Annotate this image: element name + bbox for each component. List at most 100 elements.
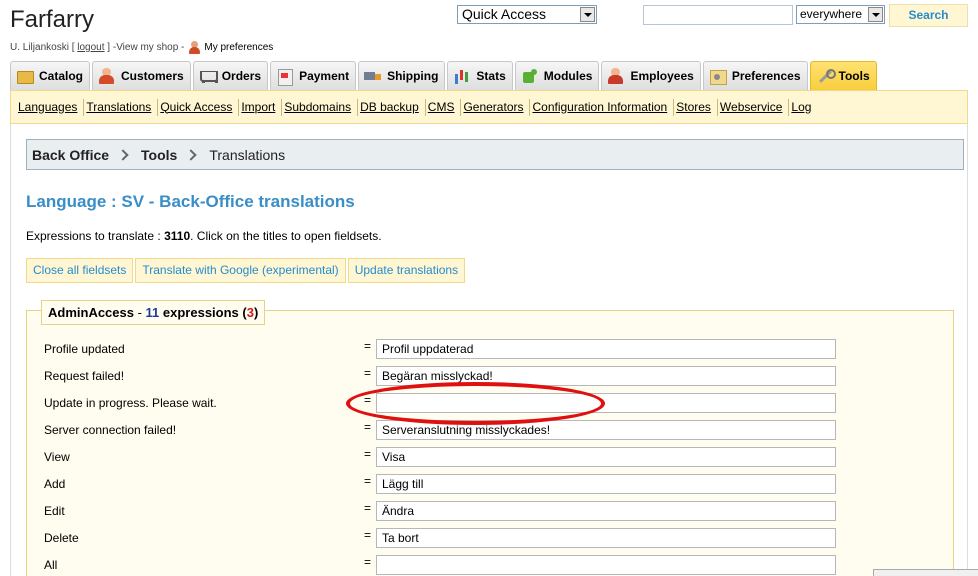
shop-name: Farfarry <box>10 6 94 33</box>
fieldset-expressions-word: expressions ( <box>159 305 247 320</box>
tab-label: Employees <box>630 69 694 83</box>
chevron-down-icon[interactable] <box>580 7 595 22</box>
subnav-quick-access[interactable]: Quick Access <box>158 98 240 116</box>
subnav-cms[interactable]: CMS <box>426 98 462 116</box>
tab-label: Payment <box>299 69 350 83</box>
content-area: Back Office Tools Translations Language … <box>10 124 968 576</box>
translation-row: All = <box>44 555 844 575</box>
logout-link[interactable]: logout <box>77 42 104 53</box>
chart-icon <box>453 68 471 84</box>
quick-access-select[interactable]: Quick Access <box>457 5 597 24</box>
tab-stats[interactable]: Stats <box>447 61 513 90</box>
search-scope-value: everywhere <box>800 7 863 21</box>
translation-input[interactable] <box>376 447 836 467</box>
truck-icon <box>364 68 382 84</box>
equals-sign: = <box>364 393 372 407</box>
source-text: Add <box>44 477 66 491</box>
breadcrumb-tools[interactable]: Tools <box>141 147 177 163</box>
fieldset-adminaccess: AdminAccess - 11 expressions (3) Profile… <box>26 300 954 576</box>
tab-customers[interactable]: Customers <box>92 61 191 90</box>
subnav-log[interactable]: Log <box>789 99 817 116</box>
translation-input[interactable] <box>376 528 836 548</box>
fieldset-count: 11 <box>145 305 160 320</box>
tab-orders[interactable]: Orders <box>192 61 269 90</box>
user-icon <box>188 41 201 54</box>
main-tabs: Catalog Customers Orders Payment Shippin… <box>10 61 879 90</box>
user-line: U. Liljankoski [ logout ] - View my shop… <box>10 41 274 54</box>
search-button[interactable]: Search <box>889 4 968 27</box>
subnav-stores[interactable]: Stores <box>674 98 718 116</box>
tab-label: Customers <box>121 69 184 83</box>
subnav-subdomains[interactable]: Subdomains <box>282 98 359 116</box>
expr-count: 3110 <box>164 229 191 243</box>
fieldset-close-paren: ) <box>253 305 259 320</box>
fieldset-legend[interactable]: AdminAccess - 11 expressions (3) <box>41 300 266 325</box>
subnav-webservice[interactable]: Webservice <box>718 98 790 116</box>
tab-payment[interactable]: Payment <box>270 61 357 90</box>
translate-google-button[interactable]: Translate with Google (experimental) <box>135 258 346 283</box>
translation-row: Edit = <box>44 501 844 521</box>
tab-preferences[interactable]: Preferences <box>702 61 808 90</box>
equals-sign: = <box>364 555 372 569</box>
translation-row: View = <box>44 447 844 467</box>
search-scope-select[interactable]: everywhere <box>796 5 885 24</box>
breadcrumb-back-office[interactable]: Back Office <box>32 147 109 163</box>
equals-sign: = <box>364 528 372 542</box>
equals-sign: = <box>364 447 372 461</box>
subnav-languages[interactable]: Languages <box>16 98 85 116</box>
fieldset-name: AdminAccess <box>48 305 134 320</box>
subnav-generators[interactable]: Generators <box>461 98 531 116</box>
tab-label: Catalog <box>39 69 84 83</box>
tools-subnav: Languages Translations Quick Access Impo… <box>10 90 968 124</box>
subnav-translations[interactable]: Translations <box>84 98 159 116</box>
tab-label: Modules <box>543 69 593 83</box>
search-input[interactable] <box>643 5 793 25</box>
subnav-configuration-information[interactable]: Configuration Information <box>530 98 675 116</box>
close-all-fieldsets-button[interactable]: Close all fieldsets <box>26 258 134 283</box>
subnav-import[interactable]: Import <box>239 98 283 116</box>
translation-input[interactable] <box>376 366 836 386</box>
expr-prefix: Expressions to translate : <box>26 229 165 243</box>
translation-input[interactable] <box>376 339 836 359</box>
source-text: Profile updated <box>44 342 125 356</box>
chevron-right-icon <box>185 148 198 161</box>
translation-input[interactable] <box>376 555 836 575</box>
scroll-corner <box>873 569 978 576</box>
translation-input[interactable] <box>376 501 836 521</box>
tab-label: Shipping <box>387 69 439 83</box>
tab-label: Tools <box>838 69 870 83</box>
tab-catalog[interactable]: Catalog <box>10 61 91 90</box>
cart-icon <box>199 68 218 84</box>
chevron-down-icon[interactable] <box>868 7 883 22</box>
tab-modules[interactable]: Modules <box>514 61 600 90</box>
payment-icon <box>276 68 294 86</box>
tab-label: Stats <box>476 69 506 83</box>
source-text: All <box>44 558 58 572</box>
action-buttons: Close all fieldsets Translate with Googl… <box>26 258 467 283</box>
view-shop-link[interactable]: View my shop <box>116 42 178 53</box>
translation-input[interactable] <box>376 474 836 494</box>
source-text: Server connection failed! <box>44 423 177 437</box>
source-text: View <box>44 450 70 464</box>
equals-sign: = <box>364 474 372 488</box>
translation-input[interactable] <box>376 420 836 440</box>
translation-input[interactable] <box>376 393 836 413</box>
source-text: Edit <box>44 504 65 518</box>
equals-sign: = <box>364 366 372 380</box>
subnav-db-backup[interactable]: DB backup <box>358 98 426 116</box>
update-translations-button[interactable]: Update translations <box>347 258 466 283</box>
customers-icon <box>98 68 116 84</box>
translation-row: Profile updated = <box>44 339 844 359</box>
page-title: Language : SV - Back-Office translations <box>26 192 355 211</box>
source-text: Delete <box>44 531 79 545</box>
source-text: Request failed! <box>44 369 125 383</box>
expr-suffix: . Click on the titles to open fieldsets. <box>190 229 382 243</box>
fieldset-missing-count: 3 <box>246 305 254 320</box>
tab-tools[interactable]: Tools <box>809 61 877 90</box>
chevron-right-icon <box>117 148 129 161</box>
tab-employees[interactable]: Employees <box>601 61 701 90</box>
employee-icon <box>607 68 625 84</box>
my-preferences-link[interactable]: My preferences <box>204 42 273 53</box>
fieldset-dash: - <box>133 305 146 320</box>
tab-shipping[interactable]: Shipping <box>358 61 446 90</box>
